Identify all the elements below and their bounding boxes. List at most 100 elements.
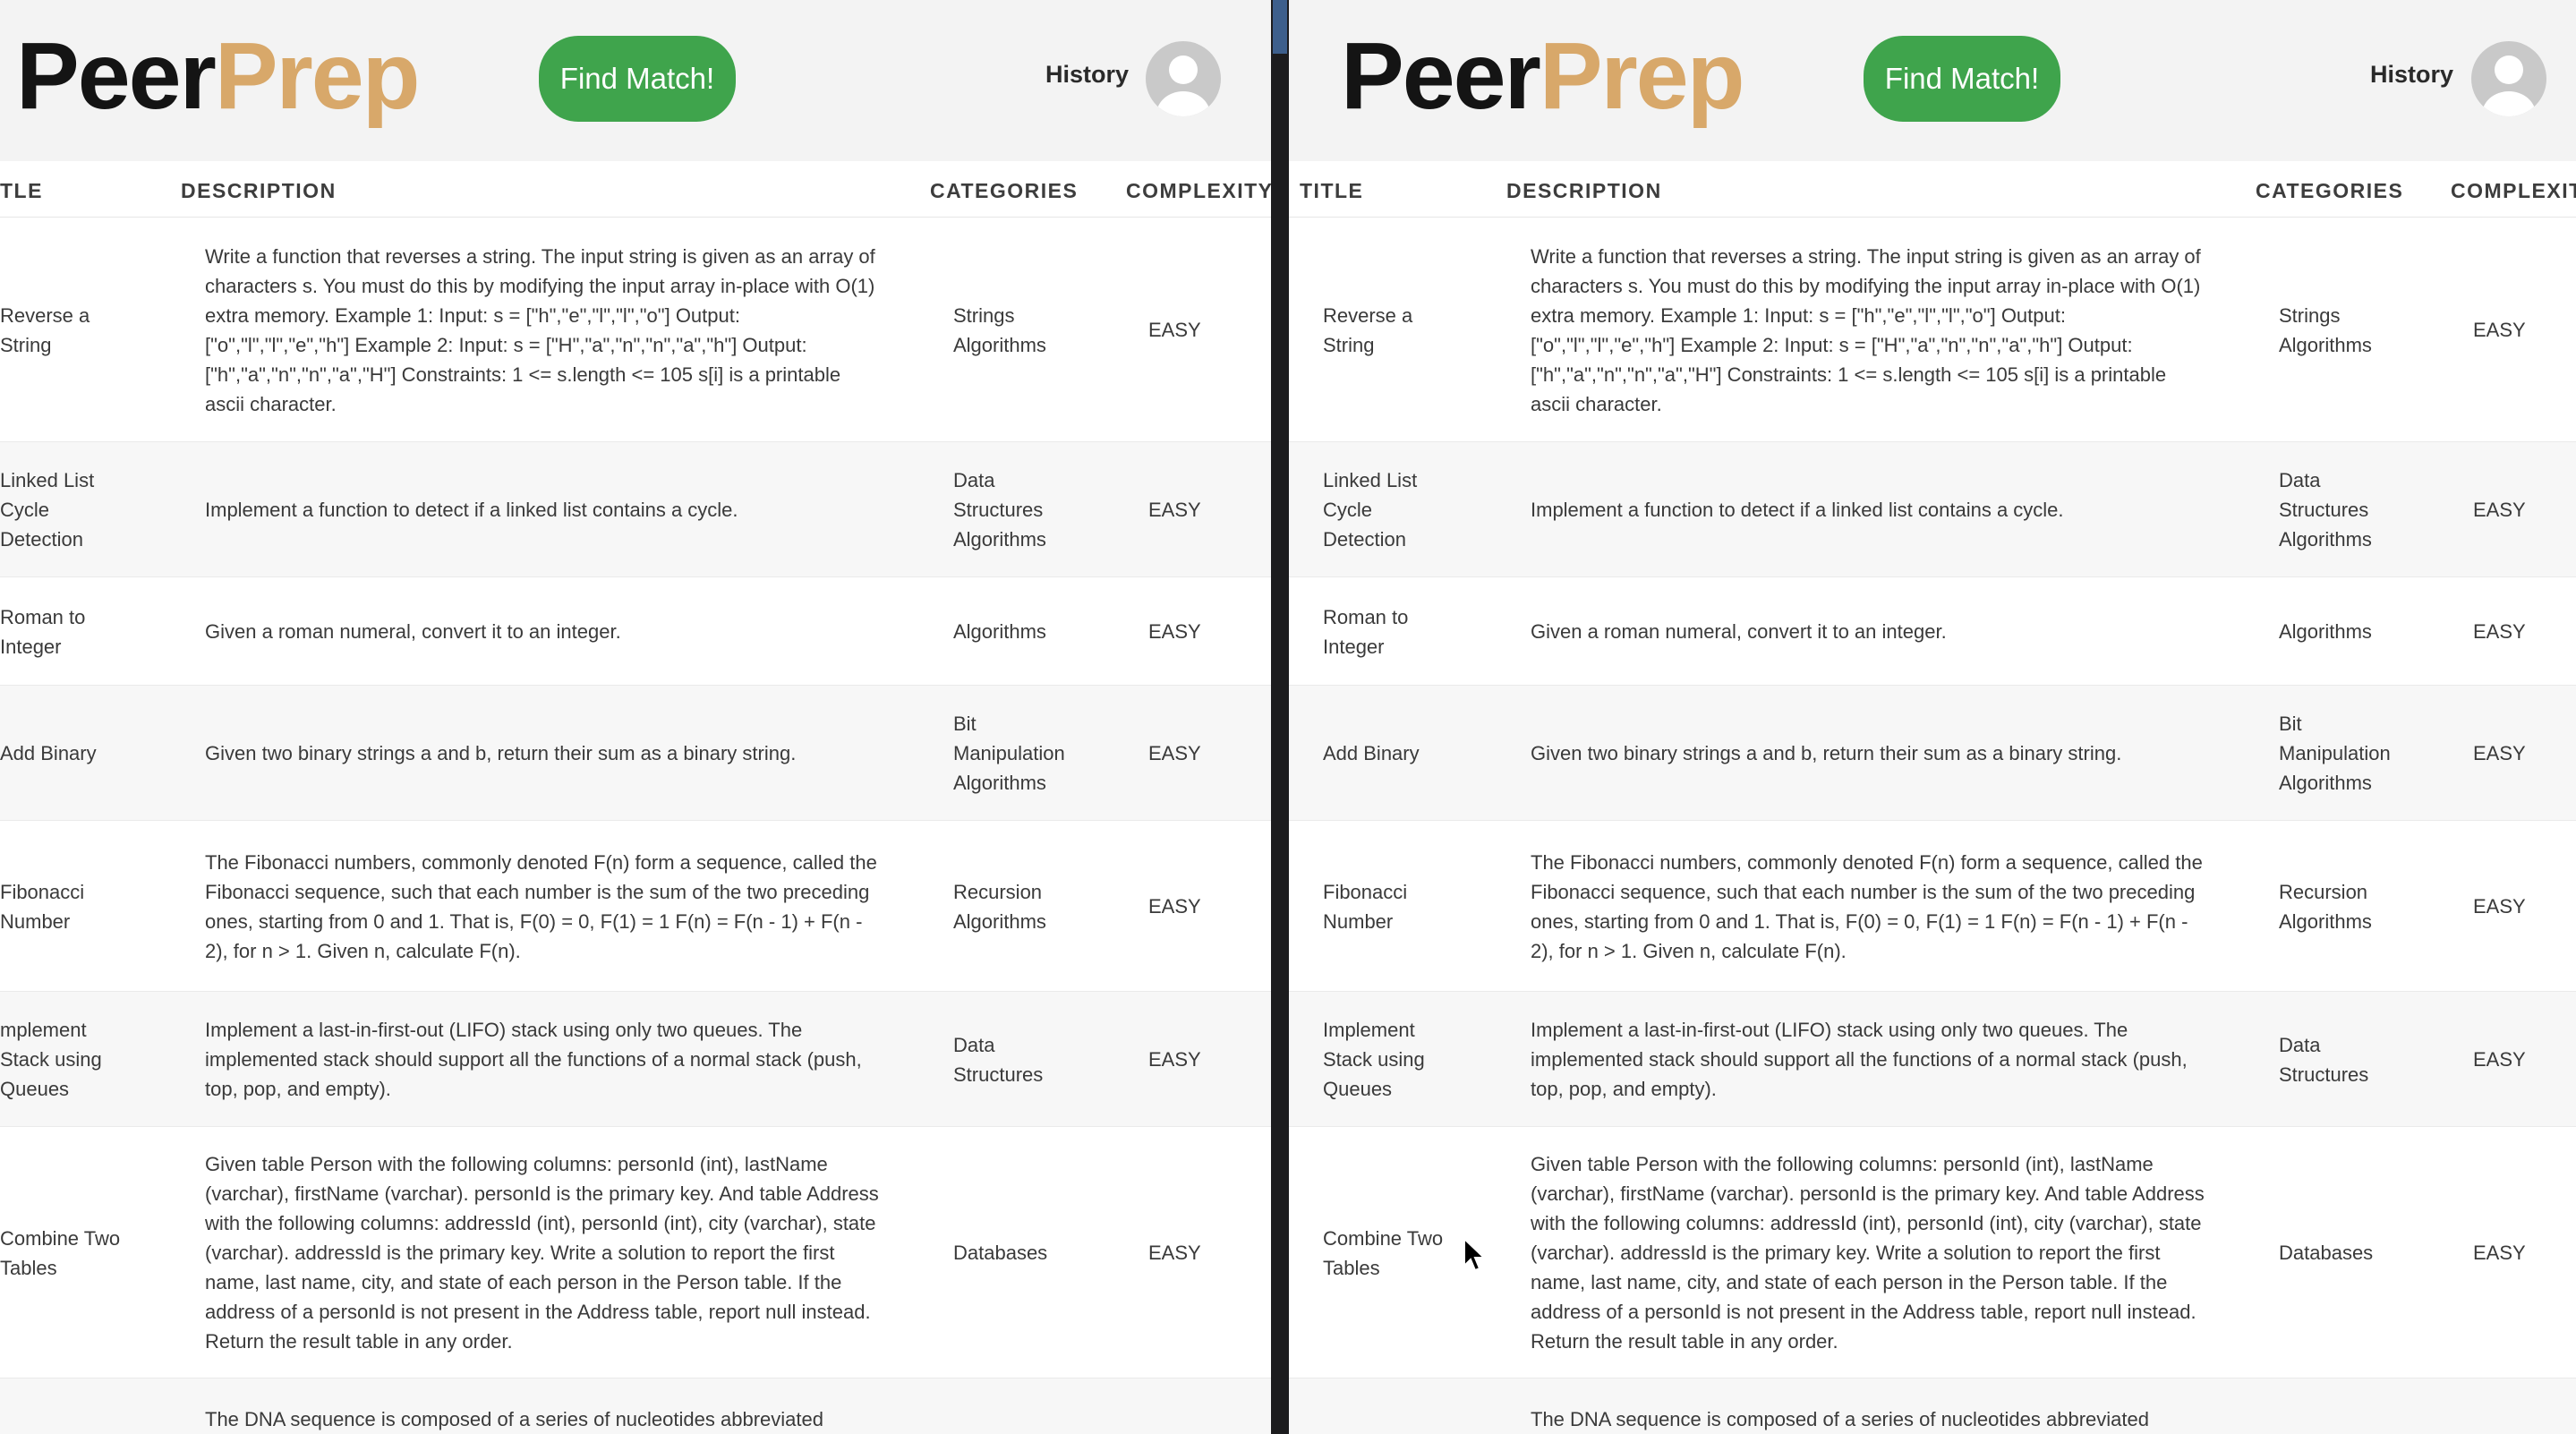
question-categories: Recursion Algorithms [2279,880,2372,933]
avatar-icon[interactable] [2471,41,2546,116]
question-categories: Algorithms [953,620,1046,643]
question-complexity: EASY [1148,742,1201,764]
question-description: The DNA sequence is composed of a series… [205,1408,823,1430]
question-description: Given a roman numeral, convert it to an … [205,620,621,643]
table-row[interactable]: Combine Two Tables Given table Person wit… [0,1127,1271,1379]
logo-prep: Prep [214,23,421,129]
question-title: Implement Stack using Queues [1323,1019,1425,1100]
divider-accent [1273,0,1287,54]
left-window: PeerPrep Find Match! History TLE DESCRIP… [0,0,1271,1434]
col-description[interactable]: DESCRIPTION [181,179,337,203]
table-body: Reverse a String Write a function that re… [0,218,1271,1434]
find-match-button[interactable]: Find Match! [1864,36,2060,122]
mouse-cursor-icon [1463,1237,1487,1272]
header: PeerPrep Find Match! History [1289,0,2576,161]
question-title: Fibonacci Number [0,880,85,933]
question-title: Combine Two Tables [0,1226,121,1279]
question-title: Linked List Cycle Detection [0,469,95,551]
question-categories: Databases [2279,1242,2374,1264]
table-row[interactable]: Reverse a String Write a function that re… [0,218,1271,442]
question-description: Implement a last-in-first-out (LIFO) sta… [1531,1019,2188,1100]
table-row[interactable]: Fibonacci Number The Fibonacci numbers, c… [1289,821,2576,992]
logo-peer: Peer [16,23,217,129]
right-window: PeerPrep Find Match! History TITLE DESCR… [1289,0,2576,1434]
question-complexity: EASY [2473,499,2526,521]
col-complexity[interactable]: COMPLEXIT [2451,179,2576,203]
question-title: Add Binary [1323,742,1420,764]
question-categories: Bit Manipulation Algorithms [2279,713,2391,794]
table-row[interactable]: Implement Stack using Queues Implement a … [1289,992,2576,1127]
table-row[interactable]: Linked List Cycle Detection Implement a f… [0,442,1271,577]
history-link[interactable]: History [2370,61,2453,89]
question-title: Fibonacci Number [1323,880,1408,933]
history-link[interactable]: History [1045,61,1129,89]
question-categories: Databases [953,1242,1048,1264]
avatar-icon[interactable] [1146,41,1221,116]
question-categories: Data Structures Algorithms [953,469,1046,551]
table-row[interactable]: Linked List Cycle Detection Implement a f… [1289,442,2576,577]
question-complexity: EASY [2473,742,2526,764]
question-description: Given table Person with the following co… [1531,1153,2205,1353]
question-categories: Recursion Algorithms [953,880,1046,933]
question-description: Given a roman numeral, convert it to an … [1531,620,1947,643]
table-row[interactable]: Fibonacci Number The Fibonacci numbers, c… [0,821,1271,992]
col-complexity[interactable]: COMPLEXITY [1126,179,1271,203]
table-header: TITLE DESCRIPTION CATEGORIES COMPLEXIT [1289,161,2576,218]
table-row[interactable]: The DNA sequence is composed of a series… [0,1379,1271,1434]
col-description[interactable]: DESCRIPTION [1506,179,1662,203]
question-categories: Strings Algorithms [953,303,1046,356]
question-complexity: EASY [1148,319,1201,341]
question-complexity: EASY [2473,620,2526,643]
question-title: Reverse a String [0,303,90,356]
question-description: Implement a last-in-first-out (LIFO) sta… [205,1019,862,1100]
col-categories[interactable]: CATEGORIES [2256,179,2403,203]
question-title: mplement Stack using Queues [0,1019,102,1100]
find-match-button[interactable]: Find Match! [539,36,736,122]
question-complexity: EASY [2473,319,2526,341]
logo-peer: Peer [1341,23,1541,129]
question-title: Linked List Cycle Detection [1323,469,1418,551]
col-title[interactable]: TLE [0,179,43,203]
question-complexity: EASY [2473,895,2526,918]
question-categories: Data Structures [2279,1033,2369,1086]
table-row[interactable]: mplement Stack using Queues Implement a l… [0,992,1271,1127]
question-title: Roman to Integer [1323,605,1409,658]
question-description: Write a function that reverses a string.… [205,244,875,415]
question-categories: Strings Algorithms [2279,303,2372,356]
logo-prep: Prep [1539,23,1745,129]
question-title: Add Binary [0,742,97,764]
table-row[interactable]: Roman to Integer Given a roman numeral, c… [0,577,1271,686]
question-description: The DNA sequence is composed of a series… [1531,1408,2149,1430]
question-complexity: EASY [1148,895,1201,918]
window-divider[interactable] [1271,0,1289,1434]
logo[interactable]: PeerPrep [1341,18,1745,134]
questions-table: TLE DESCRIPTION CATEGORIES COMPLEXITY Re… [0,161,1271,1434]
question-description: The Fibonacci numbers, commonly denoted … [1531,850,2203,962]
question-categories: Data Structures Algorithms [2279,469,2372,551]
question-description: Given two binary strings a and b, return… [1531,742,2122,764]
question-complexity: EASY [1148,499,1201,521]
table-row[interactable]: Add Binary Given two binary strings a and… [0,686,1271,821]
table-row[interactable]: Reverse a String Write a function that re… [1289,218,2576,442]
col-categories[interactable]: CATEGORIES [930,179,1078,203]
question-complexity: EASY [1148,1048,1201,1071]
col-title[interactable]: TITLE [1300,179,1363,203]
table-row[interactable]: The DNA sequence is composed of a series… [1289,1379,2576,1434]
question-categories: Data Structures [953,1033,1044,1086]
question-description: Implement a function to detect if a link… [1531,499,2064,521]
table-row[interactable]: Add Binary Given two binary strings a and… [1289,686,2576,821]
question-categories: Bit Manipulation Algorithms [953,713,1065,794]
question-title: Roman to Integer [0,605,86,658]
question-description: Given two binary strings a and b, return… [205,742,797,764]
table-row[interactable]: Roman to Integer Given a roman numeral, c… [1289,577,2576,686]
question-complexity: EASY [2473,1048,2526,1071]
question-complexity: EASY [2473,1242,2526,1264]
header: PeerPrep Find Match! History [0,0,1271,161]
question-title: Reverse a String [1323,303,1413,356]
question-complexity: EASY [1148,620,1201,643]
question-description: The Fibonacci numbers, commonly denoted … [205,850,877,962]
table-header: TLE DESCRIPTION CATEGORIES COMPLEXITY [0,161,1271,218]
logo[interactable]: PeerPrep [16,18,421,134]
question-complexity: EASY [1148,1242,1201,1264]
question-description: Write a function that reverses a string.… [1531,244,2201,415]
